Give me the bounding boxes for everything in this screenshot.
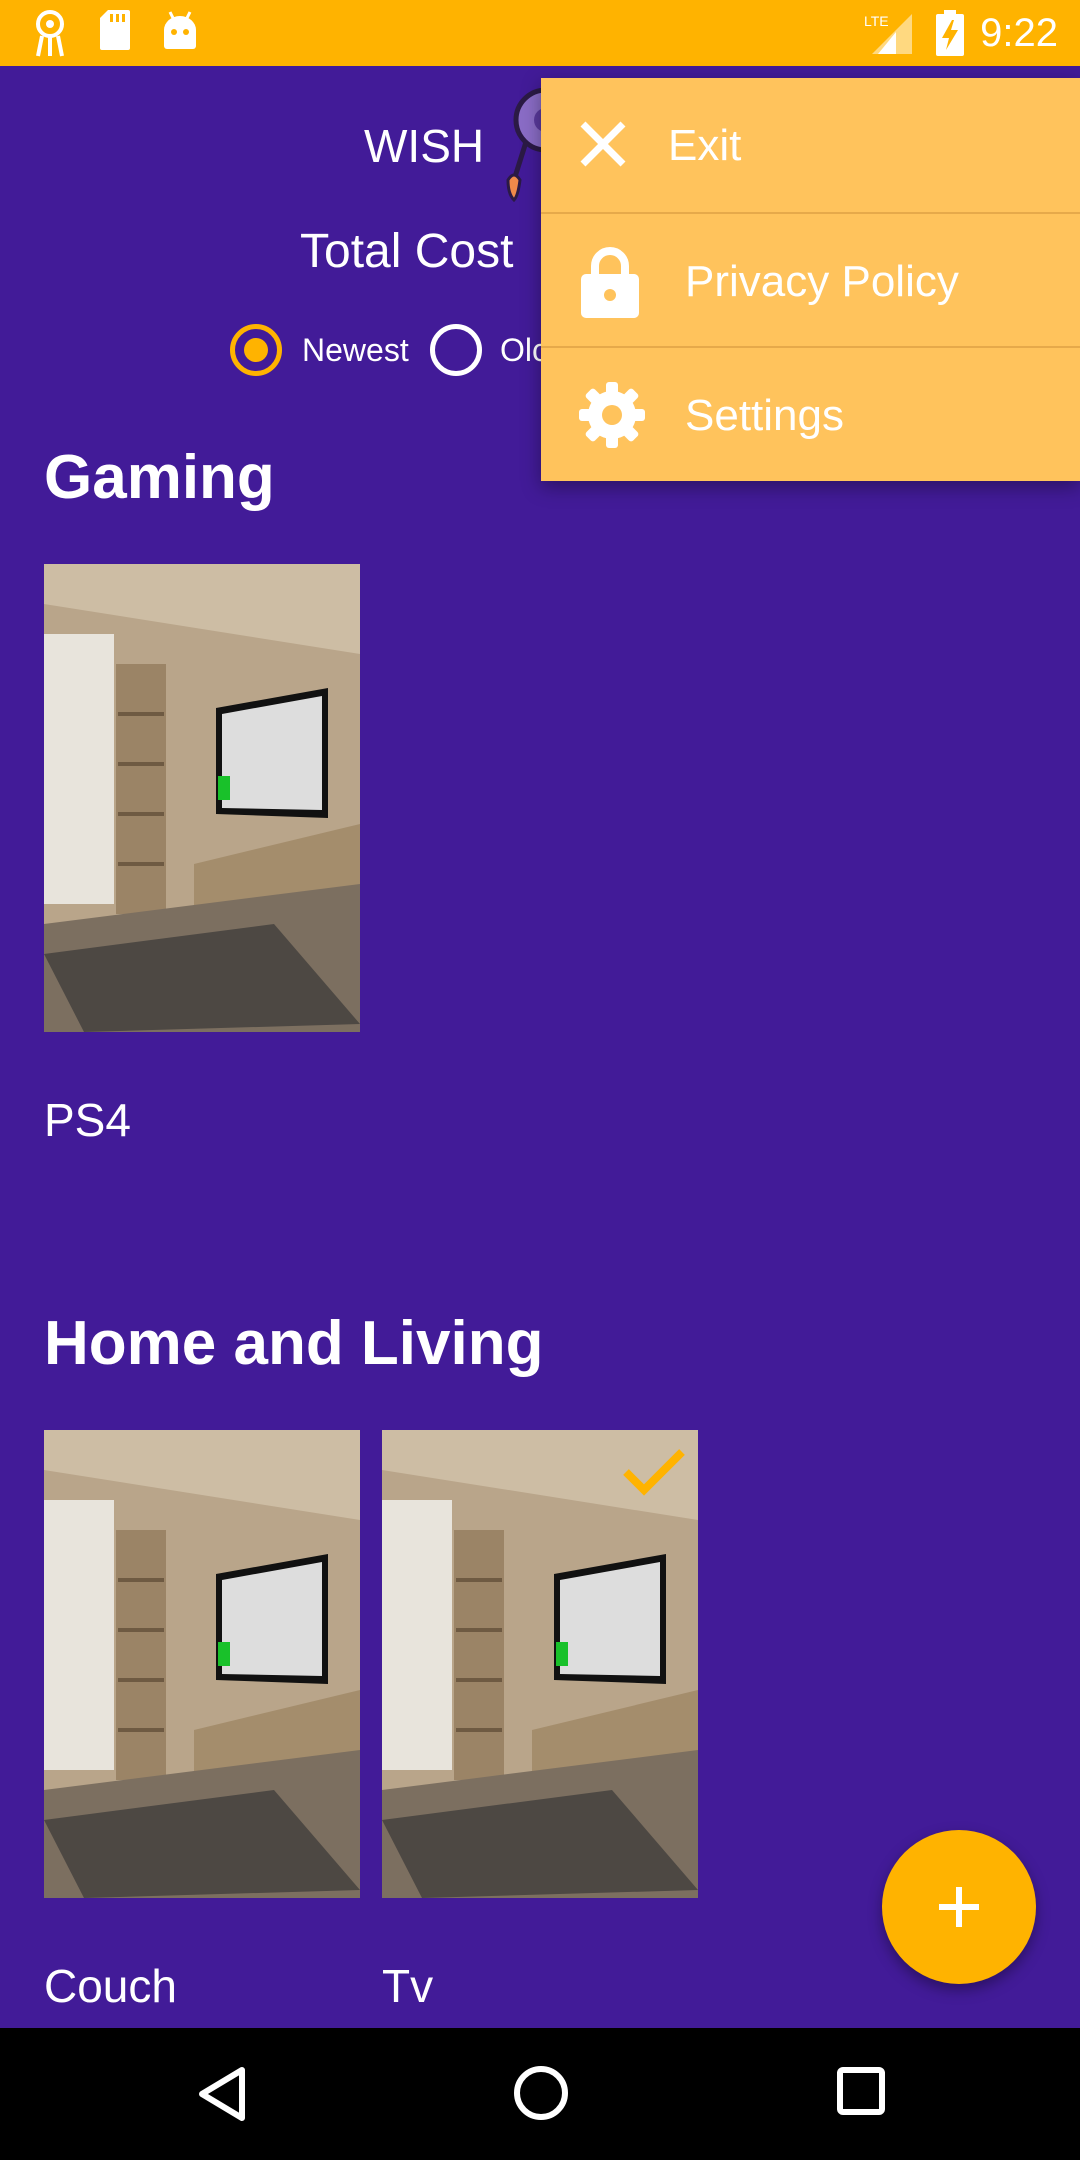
menu-item-privacy-policy[interactable]: Privacy Policy (541, 212, 1080, 348)
add-item-button[interactable] (882, 1830, 1036, 1984)
signal-icon: LTE (862, 10, 916, 61)
recents-icon[interactable] (836, 2066, 886, 2121)
item-label-tv[interactable]: Tv (382, 1956, 433, 2016)
menu-item-exit[interactable]: Exit (541, 78, 1080, 212)
gear-icon (577, 380, 647, 455)
sort-newest-radio[interactable] (230, 324, 282, 376)
menu-item-settings-label: Settings (685, 391, 844, 440)
system-nav-bar (0, 2028, 1080, 2160)
status-time: 9:22 (980, 11, 1058, 55)
item-label-ps4[interactable]: PS4 (44, 1090, 131, 1150)
battery-charging-icon (934, 10, 966, 63)
status-bar: LTE 9:22 (0, 0, 1080, 66)
dreamcatcher-icon (30, 8, 70, 63)
back-icon[interactable] (196, 2064, 248, 2129)
sort-newest-label[interactable]: Newest (302, 328, 409, 372)
menu-item-exit-label: Exit (668, 121, 742, 170)
item-thumbnail-tv[interactable] (382, 1430, 698, 1898)
svg-text:LTE: LTE (864, 13, 889, 29)
section-title-gaming: Gaming (44, 443, 275, 512)
item-label-couch[interactable]: Couch (44, 1956, 177, 2016)
total-cost-label: Total Cost (300, 225, 514, 278)
android-icon (160, 8, 200, 57)
lock-icon (579, 244, 641, 325)
sort-oldest-radio[interactable] (430, 324, 482, 376)
close-icon (577, 118, 629, 175)
home-icon[interactable] (512, 2064, 570, 2127)
menu-item-settings[interactable]: Settings (541, 346, 1080, 482)
checkmark-icon (622, 1446, 686, 1501)
menu-item-privacy-policy-label: Privacy Policy (685, 257, 959, 306)
app-title: WISH (364, 120, 485, 172)
item-thumbnail-ps4[interactable] (44, 564, 360, 1032)
item-thumbnail-couch[interactable] (44, 1430, 360, 1898)
overflow-menu: Exit Privacy Policy Settings (541, 78, 1080, 481)
sd-card-icon (98, 8, 132, 57)
section-title-home-and-living: Home and Living (44, 1309, 544, 1378)
